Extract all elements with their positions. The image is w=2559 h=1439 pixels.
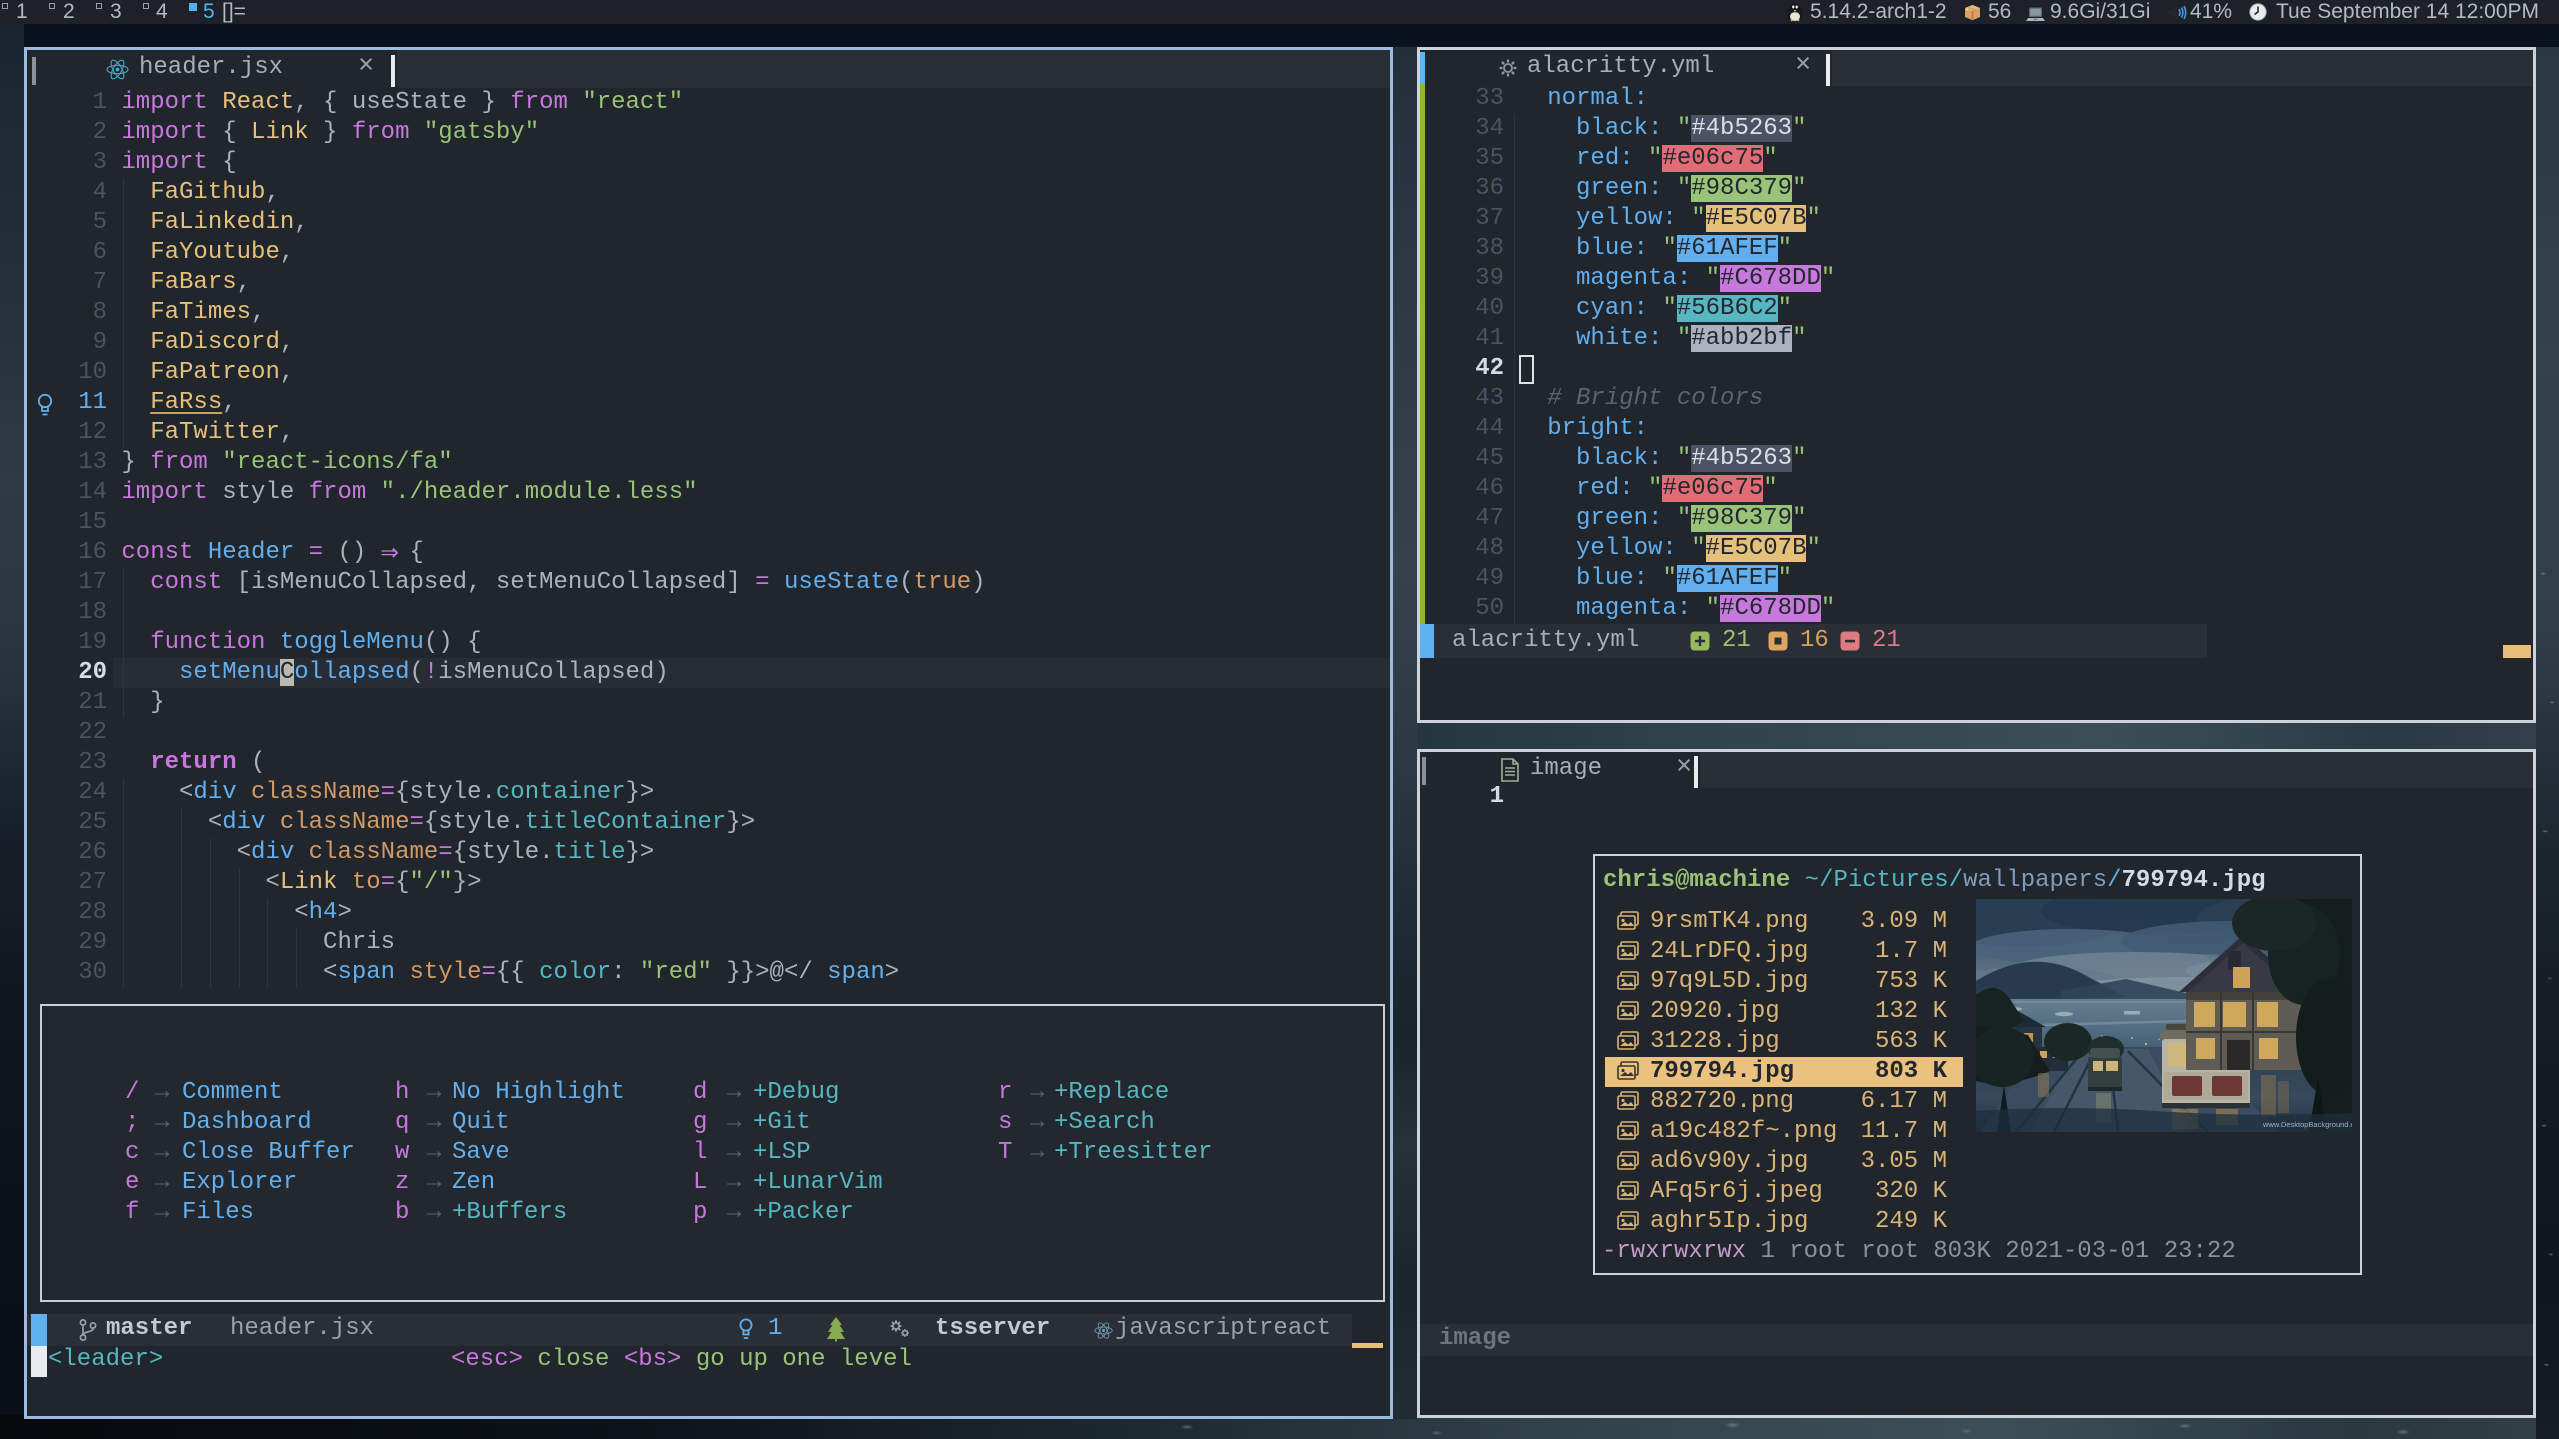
svg-text:www.DesktopBackground.org: www.DesktopBackground.org (2262, 1120, 2352, 1129)
